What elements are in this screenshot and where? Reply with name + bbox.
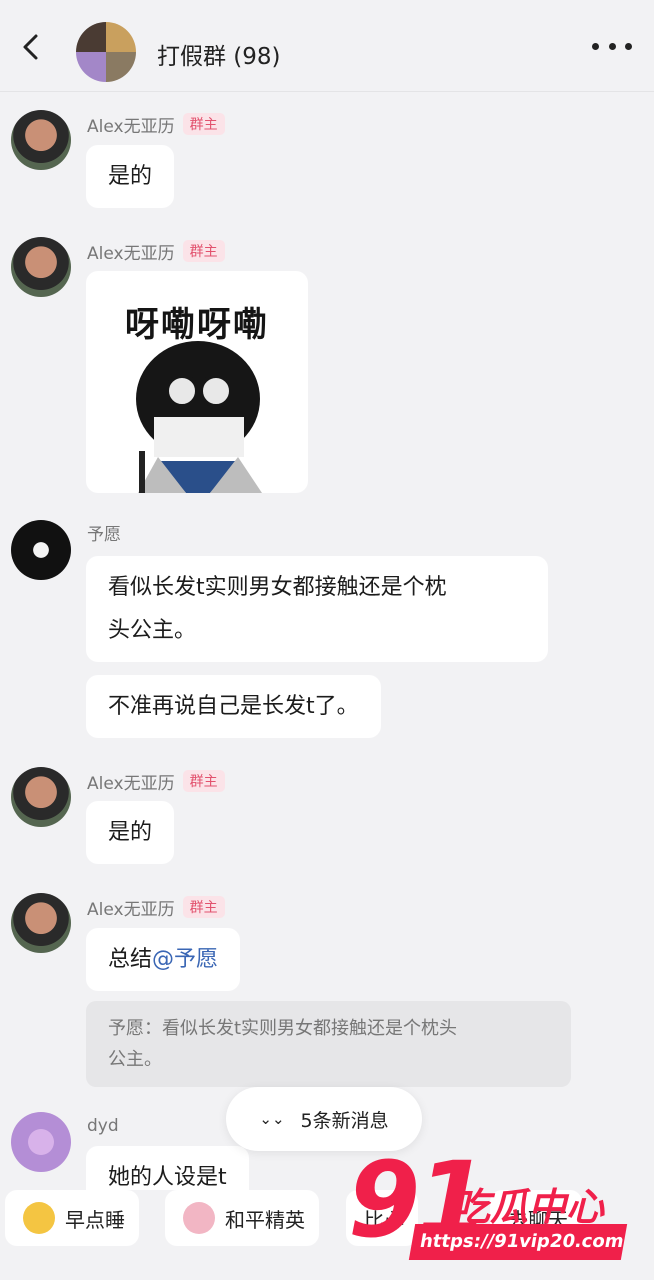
message-bubble[interactable]: 是的 bbox=[86, 801, 175, 864]
message-bubble[interactable]: 她的人设是t bbox=[86, 1146, 249, 1190]
more-dot-icon bbox=[608, 42, 616, 50]
avatar[interactable] bbox=[11, 893, 71, 953]
group-avatar-tile bbox=[106, 52, 136, 82]
sender-name: 予愿 bbox=[87, 524, 121, 545]
group-avatar-tile bbox=[76, 22, 106, 52]
more-dot-icon bbox=[625, 42, 632, 50]
watermark-text: 吃瓜中心 bbox=[452, 1185, 605, 1229]
owner-badge: 群主 bbox=[182, 896, 225, 918]
sender-name: Alex无亚历 bbox=[87, 243, 175, 264]
double-chevron-down-icon: ⌄⌄ bbox=[259, 1110, 285, 1128]
quote-line: 予愿：看似长发t实则男女都接触还是个枕头 bbox=[108, 1018, 458, 1039]
message-line: 看似长发t实则男女都接触还是个枕 bbox=[108, 575, 447, 600]
more-options-button[interactable] bbox=[592, 36, 632, 56]
message-item: Alex无亚历 群主 总结@予愿 予愿：看似长发t实则男女都接触还是个枕头 公主… bbox=[0, 893, 654, 1088]
chip-peace-elite[interactable]: 和平精英 bbox=[165, 1190, 319, 1246]
message-bubble[interactable]: 看似长发t实则男女都接触还是个枕 头公主。 bbox=[86, 556, 548, 662]
new-messages-label: 5条新消息 bbox=[300, 1109, 389, 1132]
message-line: 头公主。 bbox=[108, 618, 197, 643]
watermark-logo: 91 吃瓜中心 https://91vip20.com bbox=[340, 1148, 640, 1270]
moon-icon bbox=[23, 1202, 55, 1234]
message-item: 予愿 看似长发t实则男女都接触还是个枕 头公主。 不准再说自己是长发t了。 bbox=[0, 520, 654, 745]
avatar[interactable] bbox=[11, 1112, 71, 1172]
avatar[interactable] bbox=[11, 110, 71, 170]
group-title[interactable]: 打假群 (98) bbox=[157, 37, 281, 71]
watermark-url: https://91vip20.com bbox=[408, 1224, 628, 1260]
owner-badge: 群主 bbox=[182, 113, 225, 135]
chip-label: 和平精英 bbox=[225, 1207, 305, 1232]
sender-name: Alex无亚历 bbox=[87, 899, 175, 920]
message-item: Alex无亚历 群主 是的 bbox=[0, 767, 654, 867]
chat-header: 打假群 (98) bbox=[0, 0, 654, 92]
avatar[interactable] bbox=[11, 237, 71, 297]
sender-name: Alex无亚历 bbox=[87, 116, 175, 137]
back-button[interactable] bbox=[14, 30, 48, 64]
owner-badge: 群主 bbox=[182, 770, 225, 792]
sticker-image[interactable]: 呀嘞呀嘞 bbox=[86, 271, 308, 493]
more-dot-icon bbox=[592, 42, 599, 50]
quote-line: 公主。 bbox=[108, 1049, 162, 1070]
sticker-character-icon bbox=[136, 341, 262, 493]
chevron-left-icon bbox=[23, 34, 38, 60]
group-avatar-tile bbox=[76, 52, 106, 82]
message-item: Alex无亚历 群主 是的 bbox=[0, 110, 654, 210]
avatar[interactable] bbox=[11, 767, 71, 827]
quoted-reply[interactable]: 予愿：看似长发t实则男女都接触还是个枕头 公主。 bbox=[86, 1001, 571, 1087]
message-bubble[interactable]: 是的 bbox=[86, 145, 175, 208]
message-text: 总结 bbox=[108, 947, 153, 972]
game-icon bbox=[183, 1202, 215, 1234]
sender-name: dyd bbox=[87, 1116, 119, 1136]
sender-name: Alex无亚历 bbox=[87, 773, 175, 794]
group-avatar[interactable] bbox=[76, 22, 136, 82]
group-avatar-tile bbox=[106, 22, 136, 52]
message-item: Alex无亚历 群主 呀嘞呀嘞 bbox=[0, 237, 654, 497]
chip-label: 早点睡 bbox=[65, 1207, 125, 1232]
chip-sleep-early[interactable]: 早点睡 bbox=[5, 1190, 139, 1246]
message-bubble[interactable]: 总结@予愿 bbox=[86, 928, 241, 991]
avatar[interactable] bbox=[11, 520, 71, 580]
owner-badge: 群主 bbox=[182, 240, 225, 262]
mention-link[interactable]: @予愿 bbox=[152, 947, 218, 972]
message-bubble[interactable]: 不准再说自己是长发t了。 bbox=[86, 675, 381, 738]
